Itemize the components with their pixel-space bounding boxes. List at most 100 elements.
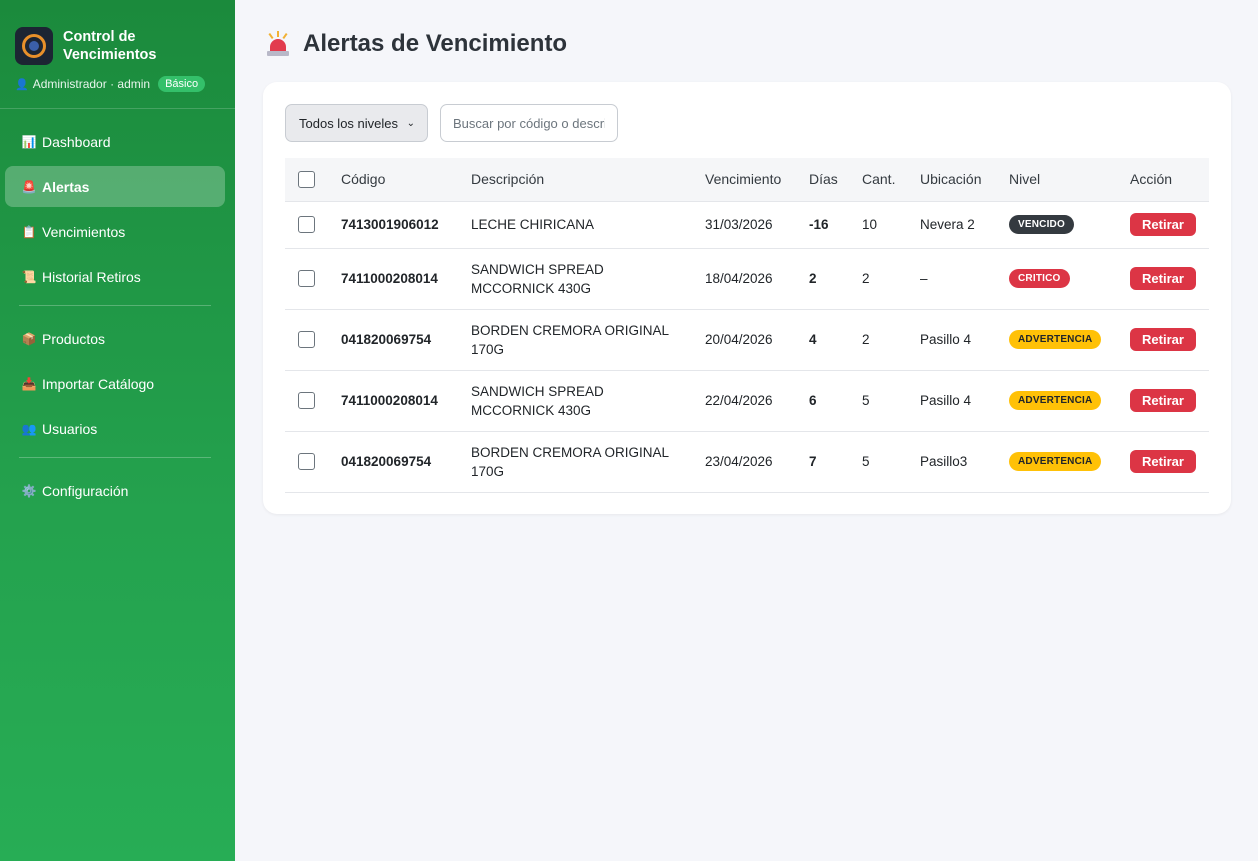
- cell-location: Pasillo 4: [920, 309, 1009, 371]
- retirar-button[interactable]: Retirar: [1130, 450, 1196, 473]
- description-line: SANDWICH SPREAD: [471, 383, 604, 399]
- alerts-card: Todos los niveles ⌄ Código Descripción V…: [263, 82, 1231, 514]
- sidebar-item-historial-retiros[interactable]: 📜 Historial Retiros: [5, 256, 225, 297]
- row-checkbox[interactable]: [298, 216, 315, 233]
- retirar-button[interactable]: Retirar: [1130, 389, 1196, 412]
- cell-qty: 10: [862, 201, 920, 249]
- header-level: Nivel: [1009, 158, 1130, 202]
- cell-expiry: 31/03/2026: [705, 201, 809, 249]
- cell-code: 7411000208014: [341, 370, 471, 432]
- bar-chart-icon: 📊: [21, 134, 37, 149]
- table-row: 041820069754 BORDEN CREMORA ORIGINAL 170G…: [285, 309, 1209, 371]
- sidebar-item-vencimientos[interactable]: 📋 Vencimientos: [5, 211, 225, 252]
- cell-days: -16: [809, 201, 862, 249]
- header-code: Código: [341, 158, 471, 202]
- cell-days: 4: [809, 309, 862, 371]
- cell-code: 041820069754: [341, 431, 471, 493]
- cell-code: 041820069754: [341, 309, 471, 371]
- sidebar: Control de Vencimientos 👤 Administrador …: [0, 0, 235, 861]
- cell-code: 7411000208014: [341, 248, 471, 310]
- level-badge: ADVERTENCIA: [1009, 452, 1102, 471]
- divider: [19, 457, 211, 458]
- sidebar-item-dashboard[interactable]: 📊 Dashboard: [5, 121, 225, 162]
- description-line: 170G: [471, 341, 505, 357]
- user-label: Administrador · admin: [32, 77, 151, 91]
- row-checkbox[interactable]: [298, 453, 315, 470]
- siren-icon: 🚨: [21, 179, 37, 194]
- plan-badge: Básico: [158, 76, 206, 92]
- user-icon: 👤: [15, 78, 29, 91]
- header-action: Acción: [1130, 158, 1209, 202]
- cell-days: 2: [809, 248, 862, 310]
- cell-description: LECHE CHIRICANA: [471, 201, 705, 249]
- divider: [19, 305, 211, 306]
- level-badge: ADVERTENCIA: [1009, 391, 1102, 410]
- cell-expiry: 22/04/2026: [705, 370, 809, 432]
- chevron-down-icon: ⌄: [406, 117, 415, 129]
- scroll-icon: 📜: [21, 269, 37, 284]
- select-all-checkbox[interactable]: [298, 171, 315, 189]
- cell-expiry: 23/04/2026: [705, 431, 809, 493]
- cell-qty: 2: [862, 309, 920, 371]
- sidebar-item-productos[interactable]: 📦 Productos: [5, 318, 225, 359]
- sidebar-item-label: Vencimientos: [42, 223, 126, 240]
- header-location: Ubicación: [920, 158, 1009, 202]
- cell-days: 7: [809, 431, 862, 493]
- cell-description: SANDWICH SPREAD MCCORNICK 430G: [471, 248, 705, 310]
- sidebar-item-label: Productos: [42, 330, 106, 347]
- user-info: 👤 Administrador · admin Básico: [0, 70, 235, 98]
- main-content: Alertas de Vencimiento Todos los niveles…: [235, 0, 1258, 861]
- sidebar-item-usuarios[interactable]: 👥 Usuarios: [5, 408, 225, 449]
- retirar-button[interactable]: Retirar: [1130, 328, 1196, 351]
- sidebar-item-label: Dashboard: [42, 133, 111, 150]
- table-row: 7411000208014 SANDWICH SPREAD MCCORNICK 4…: [285, 370, 1209, 432]
- description-line: LECHE CHIRICANA: [471, 217, 595, 232]
- cell-expiry: 18/04/2026: [705, 248, 809, 310]
- cell-qty: 5: [862, 370, 920, 432]
- header-description: Descripción: [471, 158, 705, 202]
- sidebar-nav: 📊 Dashboard 🚨 Alertas 📋 Vencimientos 📜 H…: [0, 109, 235, 511]
- row-checkbox[interactable]: [298, 331, 315, 348]
- app-title: Control de Vencimientos: [63, 28, 156, 64]
- alerts-table: Código Descripción Vencimiento Días Cant…: [285, 158, 1209, 493]
- cell-code: 7413001906012: [341, 201, 471, 249]
- sidebar-item-label: Usuarios: [42, 420, 98, 437]
- description-line: MCCORNICK 430G: [471, 280, 592, 296]
- siren-icon: [267, 31, 289, 57]
- table-row: 041820069754 BORDEN CREMORA ORIGINAL 170G…: [285, 431, 1209, 493]
- header-qty: Cant.: [862, 158, 920, 202]
- level-badge: ADVERTENCIA: [1009, 330, 1102, 349]
- sidebar-item-configuracion[interactable]: ⚙️ Configuración: [5, 470, 225, 511]
- cell-days: 6: [809, 370, 862, 432]
- row-checkbox[interactable]: [298, 392, 315, 409]
- description-line: BORDEN CREMORA ORIGINAL: [471, 444, 670, 460]
- description-line: BORDEN CREMORA ORIGINAL: [471, 322, 670, 338]
- sidebar-item-label: Alertas: [42, 178, 90, 195]
- gear-icon: ⚙️: [21, 483, 37, 498]
- sidebar-item-alertas[interactable]: 🚨 Alertas: [5, 166, 225, 207]
- app-title-line1: Control de: [63, 29, 136, 45]
- filters-bar: Todos los niveles ⌄: [285, 104, 618, 142]
- users-icon: 👥: [21, 421, 37, 436]
- retirar-button[interactable]: Retirar: [1130, 213, 1196, 236]
- row-checkbox[interactable]: [298, 270, 315, 287]
- app-logo-icon: [15, 27, 53, 65]
- level-filter-select[interactable]: Todos los niveles ⌄: [285, 104, 428, 142]
- cell-location: Pasillo 4: [920, 370, 1009, 432]
- cell-description: BORDEN CREMORA ORIGINAL 170G: [471, 431, 705, 493]
- sidebar-item-label: Configuración: [42, 482, 129, 499]
- header-expiry: Vencimiento: [705, 158, 809, 202]
- cell-location: Pasillo3: [920, 431, 1009, 493]
- cell-description: SANDWICH SPREAD MCCORNICK 430G: [471, 370, 705, 432]
- cell-location: Nevera 2: [920, 201, 1009, 249]
- cell-location: –: [920, 248, 1009, 310]
- table-header-row: Código Descripción Vencimiento Días Cant…: [285, 158, 1209, 202]
- retirar-button[interactable]: Retirar: [1130, 267, 1196, 290]
- level-badge: VENCIDO: [1009, 215, 1074, 234]
- brand: Control de Vencimientos: [0, 0, 235, 70]
- table-row: 7413001906012 LECHE CHIRICANA 31/03/2026…: [285, 201, 1209, 249]
- cell-expiry: 20/04/2026: [705, 309, 809, 371]
- sidebar-item-importar-catalogo[interactable]: 📥 Importar Catálogo: [5, 363, 225, 404]
- sidebar-item-label: Importar Catálogo: [42, 375, 155, 392]
- search-input[interactable]: [440, 104, 618, 142]
